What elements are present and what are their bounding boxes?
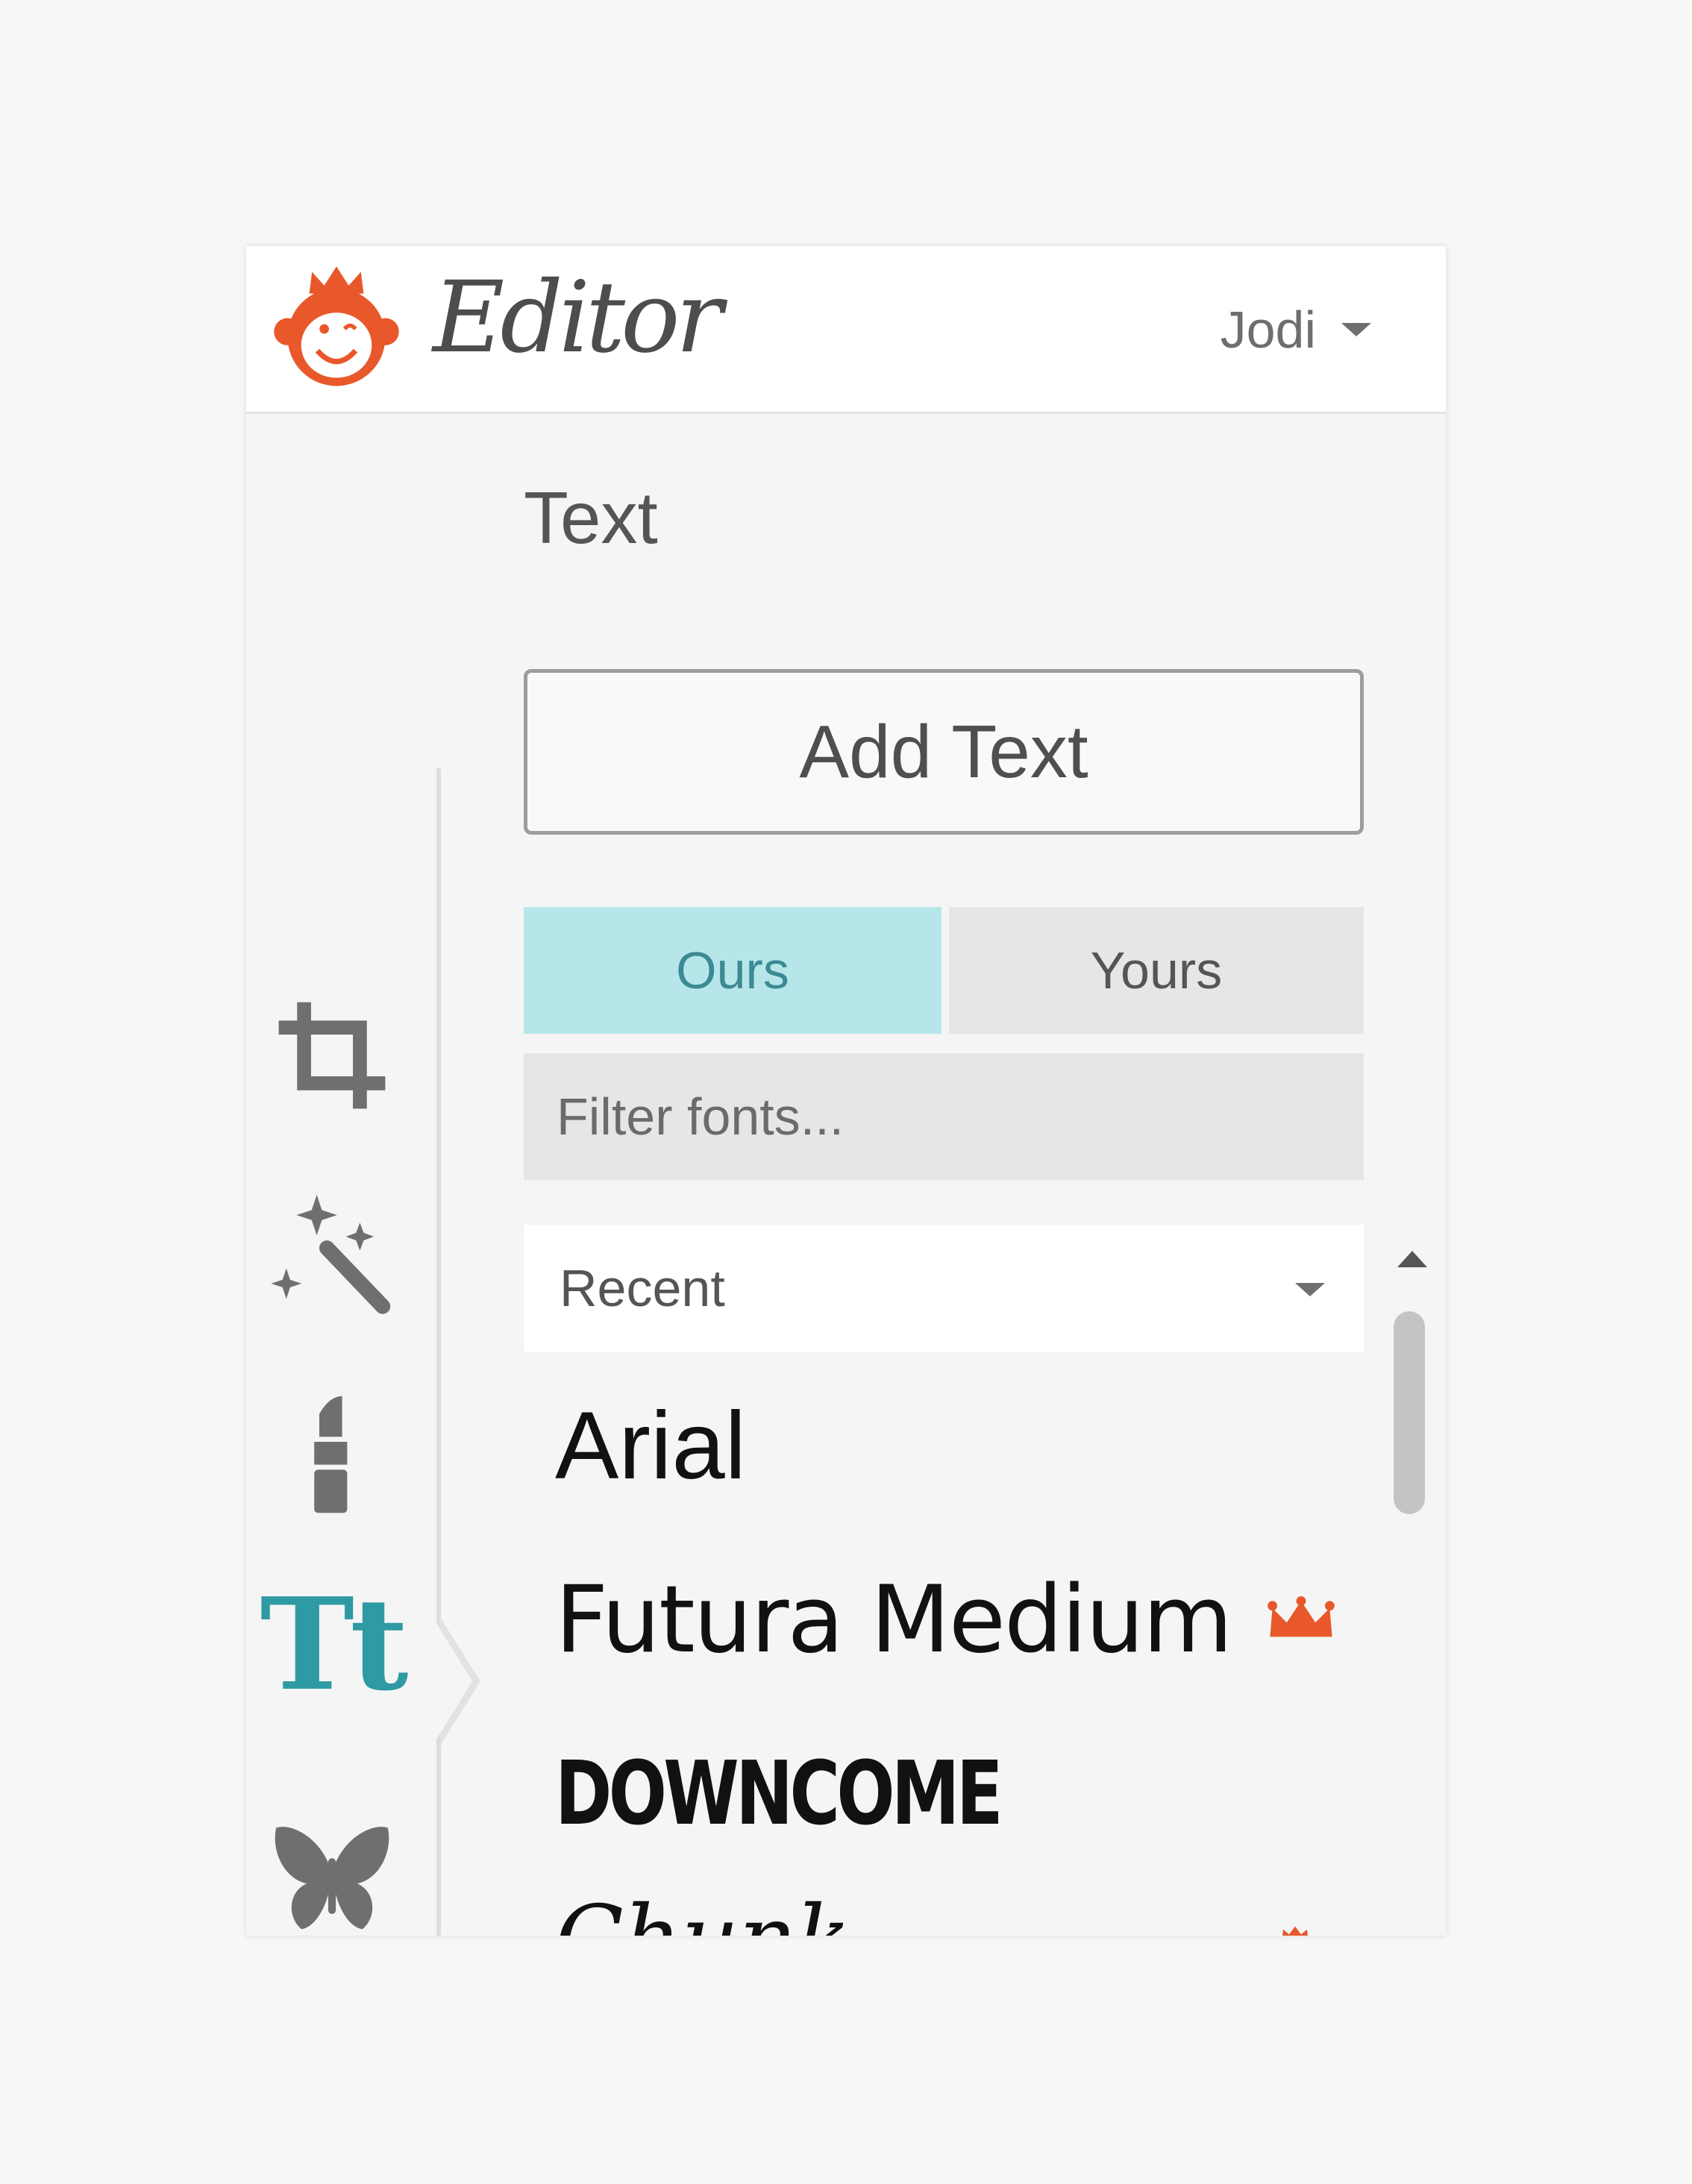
panel-title: Text xyxy=(524,477,658,559)
text-tool-icon: Tt xyxy=(260,1570,408,1719)
chevron-down-icon xyxy=(1295,1283,1325,1296)
crop-icon xyxy=(278,1002,386,1109)
editor-window: Editor Jodi Tt Text Add Text Ours Yours … xyxy=(246,246,1446,1936)
scrollbar-thumb[interactable] xyxy=(1394,1311,1425,1514)
butterfly-icon xyxy=(275,1827,389,1930)
app-title: Editor xyxy=(433,260,723,375)
font-item-downcome[interactable]: DOWNCOME xyxy=(555,1742,1003,1845)
user-menu[interactable]: Jodi xyxy=(1221,300,1371,360)
chevron-down-icon xyxy=(1341,323,1371,336)
lipstick-icon xyxy=(314,1396,348,1513)
scroll-up-arrow[interactable] xyxy=(1397,1251,1427,1267)
font-category-label: Recent xyxy=(560,1259,725,1317)
filter-fonts-input[interactable] xyxy=(524,1053,1364,1180)
font-item-chunk[interactable]: Chunk xyxy=(555,1887,850,1936)
active-tool-pointer-fill xyxy=(436,1623,472,1739)
premium-crown-icon xyxy=(1282,1926,1308,1936)
tab-yours[interactable]: Yours xyxy=(949,907,1364,1034)
touchup-tool-button[interactable] xyxy=(269,1391,395,1518)
font-item-arial[interactable]: Arial xyxy=(555,1391,746,1501)
text-tool-button[interactable]: Tt xyxy=(260,1581,408,1708)
crop-tool-button[interactable] xyxy=(269,992,395,1119)
overlays-tool-button[interactable] xyxy=(269,1813,395,1936)
app-header: Editor Jodi xyxy=(246,246,1446,414)
font-category-select[interactable]: Recent xyxy=(524,1225,1364,1352)
premium-crown-icon xyxy=(1268,1596,1335,1637)
magic-wand-icon xyxy=(271,1194,391,1314)
effects-tool-button[interactable] xyxy=(269,1190,395,1317)
add-text-button[interactable]: Add Text xyxy=(524,669,1364,835)
font-source-tabs: Ours Yours xyxy=(524,907,1364,1034)
font-item-futura-medium[interactable]: Futura Medium xyxy=(555,1566,1233,1674)
user-name: Jodi xyxy=(1220,301,1316,359)
monkey-logo-icon xyxy=(274,266,399,386)
tab-ours[interactable]: Ours xyxy=(524,907,941,1034)
sidebar-divider xyxy=(436,768,441,1936)
